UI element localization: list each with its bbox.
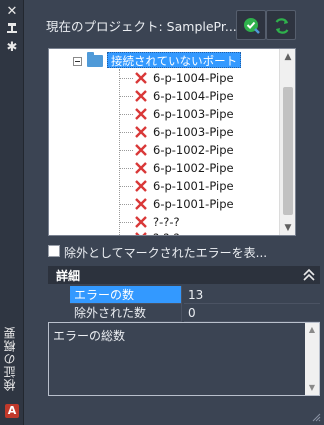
error-icon (135, 144, 147, 156)
scroll-down-icon[interactable]: ▼ (307, 383, 317, 393)
error-icon (135, 232, 147, 235)
scroll-up-icon[interactable]: ▲ (307, 325, 317, 335)
error-icon (135, 126, 147, 138)
tree-item-label: ?-?-? (153, 229, 180, 235)
property-row-error-count[interactable]: エラーの数 13 (48, 286, 320, 304)
properties-icon[interactable]: ✱ (3, 40, 21, 56)
collapse-up-icon[interactable] (302, 268, 316, 282)
current-project-label: 現在のプロジェクト: SamplePr... (46, 19, 237, 34)
auto-hide-icon[interactable] (3, 22, 21, 38)
validate-icon (244, 18, 260, 34)
error-icon (135, 162, 147, 174)
property-row-excluded-count[interactable]: 除外された数 0 (48, 304, 320, 322)
error-icon (135, 72, 147, 84)
tree-guide-line (119, 69, 120, 235)
autocad-logo-icon: A (5, 404, 19, 418)
palette-titlebar: ✕ ✱ 検証の概要 A (0, 0, 24, 425)
tree-item-label: 6-p-1004-Pipe (153, 89, 234, 103)
details-property-grid: エラーの数 13 除外された数 0 (48, 286, 320, 322)
scroll-down-icon[interactable]: ▼ (283, 223, 293, 233)
tree-item-label: 6-p-1002-Pipe (153, 143, 234, 157)
tree-scrollbar[interactable]: ▲ ▼ (279, 49, 295, 235)
close-icon[interactable]: ✕ (3, 4, 21, 20)
tree-item-label: 6-p-1001-Pipe (153, 179, 234, 193)
resize-grip-icon[interactable] (311, 412, 321, 422)
property-description-box: エラーの総数 ▲ ▼ (48, 322, 320, 396)
error-icon (135, 198, 147, 210)
error-icon (135, 90, 147, 102)
tree-item-label: 6-p-1004-Pipe (153, 71, 234, 85)
property-key[interactable]: 除外された数 (70, 304, 182, 322)
show-excluded-errors-option[interactable]: 除外としてマークされたエラーを表... (48, 244, 298, 260)
palette-title: 検証の概要 (3, 326, 17, 392)
property-description-text: エラーの総数 (53, 329, 126, 343)
property-value: 13 (184, 286, 320, 304)
show-excluded-errors-label[interactable]: 除外としてマークされたエラーを表... (64, 244, 296, 261)
tree-item-label: 6-p-1003-Pipe (153, 107, 234, 121)
show-excluded-errors-checkbox[interactable] (48, 245, 60, 257)
details-title: 詳細 (56, 269, 81, 283)
property-key[interactable]: エラーの数 (70, 286, 182, 304)
validate-button[interactable] (236, 10, 266, 40)
error-tree[interactable]: 接続されていないポート 6-p-1004-Pipe 6-p-1004-Pipe … (48, 48, 296, 236)
scroll-up-icon[interactable]: ▲ (283, 52, 293, 62)
refresh-icon (275, 18, 289, 34)
error-icon (135, 216, 147, 228)
description-scrollbar[interactable]: ▲ ▼ (305, 323, 319, 395)
collapse-icon[interactable] (73, 57, 82, 66)
refresh-button[interactable] (266, 10, 296, 40)
error-icon (135, 108, 147, 120)
folder-icon (87, 52, 103, 67)
validation-summary-panel: 現在のプロジェクト: SamplePr... 接続されていないポート 6-p-1… (24, 0, 324, 425)
tree-root-label[interactable]: 接続されていないポート (107, 52, 242, 68)
property-value: 0 (184, 304, 320, 322)
details-section-header[interactable]: 詳細 (48, 266, 320, 284)
scroll-thumb[interactable] (283, 87, 293, 215)
tree-item-label: 6-p-1002-Pipe (153, 161, 234, 175)
error-icon (135, 180, 147, 192)
tree-item-label: 6-p-1001-Pipe (153, 197, 234, 211)
tree-item-label: 6-p-1003-Pipe (153, 125, 234, 139)
